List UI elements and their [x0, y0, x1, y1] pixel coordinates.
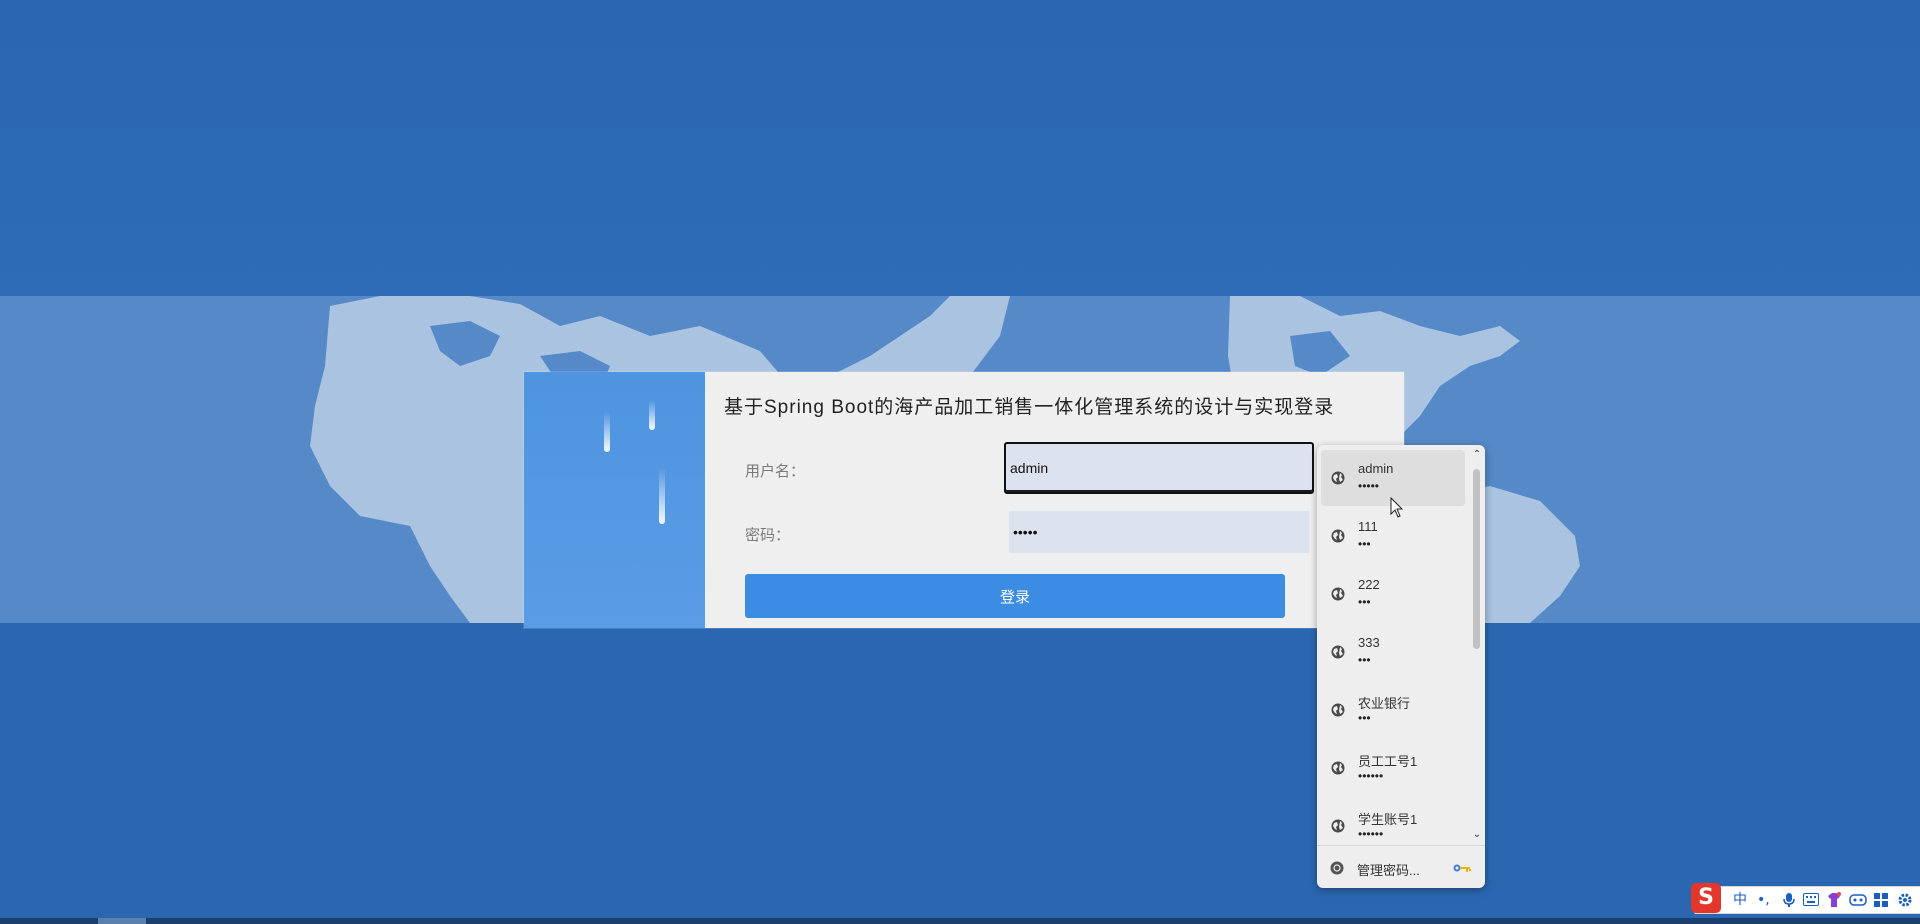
- mouse-cursor-icon: [1390, 497, 1404, 518]
- background-bottom: [0, 623, 1920, 924]
- saved-credential-item[interactable]: 333 •••: [1321, 624, 1465, 680]
- globe-icon: [1331, 587, 1345, 601]
- manage-passwords-label: 管理密码...: [1357, 863, 1420, 878]
- credential-username: admin: [1358, 461, 1394, 476]
- credential-username: 学生账号1: [1358, 812, 1418, 827]
- login-button[interactable]: 登录: [745, 574, 1285, 618]
- ime-punctuation-toggle[interactable]: •,: [1757, 891, 1770, 909]
- globe-icon: [1331, 703, 1345, 717]
- ime-mode-toggle[interactable]: 中: [1733, 891, 1747, 909]
- scroll-down-icon[interactable]: ⌄: [1471, 829, 1483, 841]
- toolbox-icon[interactable]: [1849, 893, 1867, 906]
- credential-password: •••: [1358, 537, 1371, 551]
- skin-icon[interactable]: [1825, 891, 1843, 909]
- saved-credential-item[interactable]: 员工工号1 ••••••: [1321, 740, 1465, 796]
- ime-toolbar[interactable]: S 中 •,: [1691, 883, 1920, 914]
- login-card: 基于Spring Boot的海产品加工销售一体化管理系统的设计与实现登录 用户名…: [524, 372, 1404, 628]
- globe-icon: [1331, 761, 1345, 775]
- chrome-icon: [1330, 861, 1344, 875]
- taskbar-highlight: [98, 918, 146, 924]
- light-streak: [649, 400, 655, 430]
- password-label: 密码：: [745, 527, 791, 544]
- username-label: 用户名：: [745, 463, 806, 480]
- login-side-panel: [524, 372, 705, 628]
- scroll-up-icon[interactable]: ⌃: [1471, 449, 1483, 461]
- dropdown-scrollbar[interactable]: ⌃ ⌄: [1469, 445, 1485, 845]
- saved-credential-item[interactable]: 农业银行 •••: [1321, 682, 1465, 738]
- credential-password: •••: [1358, 595, 1371, 609]
- saved-credential-item[interactable]: 222 •••: [1321, 566, 1465, 622]
- credential-password: •••: [1358, 653, 1371, 667]
- username-input[interactable]: [1004, 442, 1314, 494]
- credential-username: 农业银行: [1358, 696, 1411, 711]
- credential-username: 员工工号1: [1358, 754, 1418, 769]
- microphone-icon[interactable]: [1783, 892, 1795, 908]
- key-icon: [1453, 864, 1471, 872]
- light-streak: [659, 468, 665, 524]
- credential-password: •••••: [1358, 479, 1380, 493]
- credential-password: •••: [1358, 711, 1371, 725]
- keyboard-icon[interactable]: [1803, 893, 1819, 906]
- manage-passwords-row[interactable]: 管理密码...: [1317, 845, 1485, 888]
- light-streak: [604, 412, 610, 452]
- background-top: [0, 0, 1920, 296]
- taskbar-edge: [0, 918, 1920, 924]
- globe-icon: [1331, 471, 1345, 485]
- globe-icon: [1331, 529, 1345, 543]
- grid-menu-icon[interactable]: [1873, 892, 1889, 908]
- sogou-logo-icon[interactable]: S: [1691, 883, 1721, 913]
- credential-username: 333: [1358, 635, 1380, 650]
- password-input[interactable]: [1009, 511, 1309, 553]
- credential-username: 111: [1358, 519, 1378, 534]
- page-title: 基于Spring Boot的海产品加工销售一体化管理系统的设计与实现登录: [724, 397, 1335, 418]
- scroll-thumb[interactable]: [1473, 469, 1480, 649]
- settings-gear-icon[interactable]: [1897, 892, 1913, 908]
- globe-icon: [1331, 819, 1345, 833]
- credential-password: ••••••: [1358, 769, 1384, 783]
- credential-password: ••••••: [1358, 827, 1384, 841]
- globe-icon: [1331, 645, 1345, 659]
- credential-username: 222: [1358, 577, 1380, 592]
